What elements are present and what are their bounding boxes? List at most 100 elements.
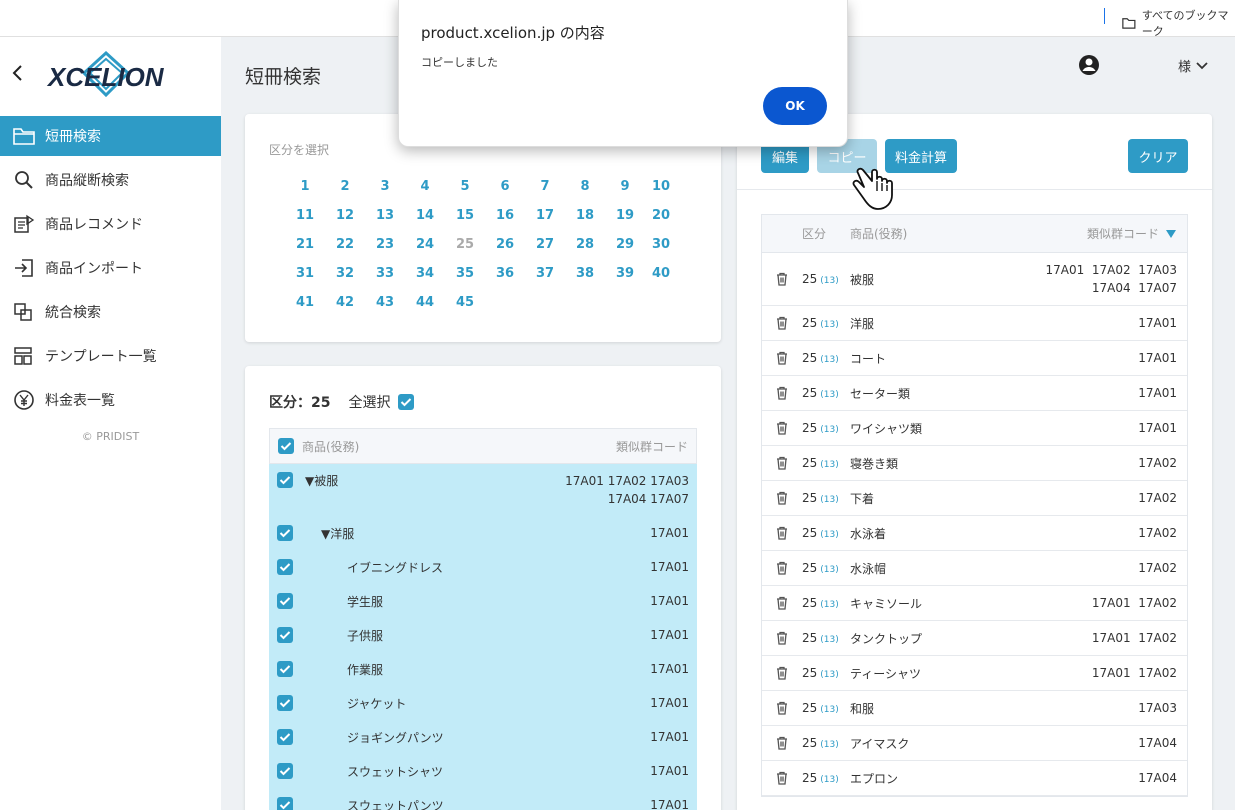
category-number-33[interactable]: 33 bbox=[370, 266, 400, 281]
trash-icon[interactable] bbox=[762, 596, 802, 610]
column-code[interactable]: 類似群コード bbox=[1087, 225, 1165, 242]
trash-icon[interactable] bbox=[762, 561, 802, 575]
back-button[interactable] bbox=[10, 63, 26, 83]
list-row[interactable]: スウェットパンツ 17A01 bbox=[269, 788, 697, 810]
category-number-10[interactable]: 10 bbox=[646, 179, 676, 194]
sidebar-item-merge-search[interactable]: 統合検索 bbox=[0, 292, 221, 332]
category-number-29[interactable]: 29 bbox=[610, 237, 640, 252]
row-codes: 17A01 bbox=[1138, 384, 1187, 402]
select-all-checkbox[interactable] bbox=[398, 394, 415, 410]
category-number-6[interactable]: 6 bbox=[490, 179, 520, 194]
trash-icon[interactable] bbox=[762, 421, 802, 435]
category-number-22[interactable]: 22 bbox=[330, 237, 360, 252]
sidebar-item-import[interactable]: 商品インポート bbox=[0, 248, 221, 288]
list-row[interactable]: 学生服 17A01 bbox=[269, 584, 697, 618]
user-menu[interactable]: 様 bbox=[1178, 56, 1209, 75]
sidebar-item-recommend[interactable]: 商品レコメンド bbox=[0, 204, 221, 244]
row-checkbox[interactable] bbox=[277, 661, 293, 677]
row-checkbox[interactable] bbox=[277, 593, 293, 609]
category-number-21[interactable]: 21 bbox=[290, 237, 320, 252]
user-avatar-icon[interactable] bbox=[1078, 54, 1100, 76]
category-number-24[interactable]: 24 bbox=[410, 237, 440, 252]
list-row[interactable]: 子供服 17A01 bbox=[269, 618, 697, 652]
category-number-19[interactable]: 19 bbox=[610, 208, 640, 223]
category-number-12[interactable]: 12 bbox=[330, 208, 360, 223]
category-number-9[interactable]: 9 bbox=[610, 179, 640, 194]
category-number-25[interactable]: 25 bbox=[450, 237, 480, 252]
category-number-35[interactable]: 35 bbox=[450, 266, 480, 281]
trash-icon[interactable] bbox=[762, 491, 802, 505]
row-checkbox[interactable] bbox=[277, 472, 293, 488]
row-checkbox[interactable] bbox=[277, 695, 293, 711]
trash-icon[interactable] bbox=[762, 701, 802, 715]
list-row[interactable]: ▼被服 17A01 17A02 17A03 17A04 17A07 bbox=[269, 464, 697, 516]
trash-icon[interactable] bbox=[762, 666, 802, 680]
category-number-4[interactable]: 4 bbox=[410, 179, 440, 194]
trash-icon[interactable] bbox=[762, 272, 802, 286]
category-number-17[interactable]: 17 bbox=[530, 208, 560, 223]
category-number-37[interactable]: 37 bbox=[530, 266, 560, 281]
list-row[interactable]: ジョギングパンツ 17A01 bbox=[269, 720, 697, 754]
category-number-27[interactable]: 27 bbox=[530, 237, 560, 252]
sidebar-item-price-list[interactable]: 料金表一覧 bbox=[0, 380, 221, 420]
list-row[interactable]: ▼洋服 17A01 bbox=[269, 516, 697, 550]
all-bookmarks-button[interactable]: すべてのブックマーク bbox=[1122, 7, 1235, 39]
category-number-26[interactable]: 26 bbox=[490, 237, 520, 252]
category-number-30[interactable]: 30 bbox=[646, 237, 676, 252]
category-number-15[interactable]: 15 bbox=[450, 208, 480, 223]
header-checkbox[interactable] bbox=[278, 438, 294, 454]
category-number-23[interactable]: 23 bbox=[370, 237, 400, 252]
category-number-34[interactable]: 34 bbox=[410, 266, 440, 281]
trash-icon[interactable] bbox=[762, 631, 802, 645]
category-number-44[interactable]: 44 bbox=[410, 295, 440, 310]
product-codes: 17A01 bbox=[650, 558, 689, 576]
category-number-3[interactable]: 3 bbox=[370, 179, 400, 194]
category-number-20[interactable]: 20 bbox=[646, 208, 676, 223]
row-checkbox[interactable] bbox=[277, 627, 293, 643]
row-checkbox[interactable] bbox=[277, 559, 293, 575]
category-number-5[interactable]: 5 bbox=[450, 179, 480, 194]
category-number-28[interactable]: 28 bbox=[570, 237, 600, 252]
trash-icon[interactable] bbox=[762, 386, 802, 400]
category-number-14[interactable]: 14 bbox=[410, 208, 440, 223]
sidebar-item-tanzaku-search[interactable]: 短冊検索 bbox=[0, 116, 221, 156]
trash-icon[interactable] bbox=[762, 456, 802, 470]
category-number-13[interactable]: 13 bbox=[370, 208, 400, 223]
category-number-2[interactable]: 2 bbox=[330, 179, 360, 194]
category-number-43[interactable]: 43 bbox=[370, 295, 400, 310]
row-checkbox[interactable] bbox=[277, 797, 293, 810]
category-number-45[interactable]: 45 bbox=[450, 295, 480, 310]
codes-line-1: 17A04 bbox=[1138, 736, 1177, 750]
row-checkbox[interactable] bbox=[277, 525, 293, 541]
category-number-18[interactable]: 18 bbox=[570, 208, 600, 223]
category-number-40[interactable]: 40 bbox=[646, 266, 676, 281]
category-number-11[interactable]: 11 bbox=[290, 208, 320, 223]
category-number-42[interactable]: 42 bbox=[330, 295, 360, 310]
category-number-8[interactable]: 8 bbox=[570, 179, 600, 194]
category-number-39[interactable]: 39 bbox=[610, 266, 640, 281]
category-number-41[interactable]: 41 bbox=[290, 295, 320, 310]
list-row[interactable]: イブニングドレス 17A01 bbox=[269, 550, 697, 584]
category-number-32[interactable]: 32 bbox=[330, 266, 360, 281]
sidebar-item-templates[interactable]: テンプレート一覧 bbox=[0, 336, 221, 376]
trash-icon[interactable] bbox=[762, 351, 802, 365]
clear-button[interactable]: クリア bbox=[1128, 139, 1188, 173]
trash-icon[interactable] bbox=[762, 771, 802, 785]
category-number-1[interactable]: 1 bbox=[290, 179, 320, 194]
row-checkbox[interactable] bbox=[277, 763, 293, 779]
row-checkbox[interactable] bbox=[277, 729, 293, 745]
trash-icon[interactable] bbox=[762, 526, 802, 540]
sort-down-icon[interactable] bbox=[1165, 229, 1177, 239]
sidebar-item-product-search[interactable]: 商品縦断検索 bbox=[0, 160, 221, 200]
dialog-ok-button[interactable]: OK bbox=[763, 87, 827, 125]
category-number-7[interactable]: 7 bbox=[530, 179, 560, 194]
list-row[interactable]: スウェットシャツ 17A01 bbox=[269, 754, 697, 788]
list-row[interactable]: ジャケット 17A01 bbox=[269, 686, 697, 720]
list-row[interactable]: 作業服 17A01 bbox=[269, 652, 697, 686]
category-number-16[interactable]: 16 bbox=[490, 208, 520, 223]
trash-icon[interactable] bbox=[762, 736, 802, 750]
category-number-36[interactable]: 36 bbox=[490, 266, 520, 281]
trash-icon[interactable] bbox=[762, 316, 802, 330]
category-number-31[interactable]: 31 bbox=[290, 266, 320, 281]
category-number-38[interactable]: 38 bbox=[570, 266, 600, 281]
